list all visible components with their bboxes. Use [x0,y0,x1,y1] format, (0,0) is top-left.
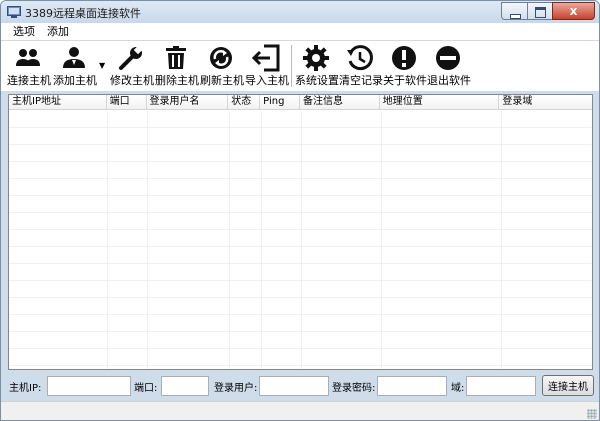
edit-host-label: 修改主机 [110,74,154,87]
column-remark[interactable]: 备注信息 [300,95,380,109]
port-label: 端口: [134,383,158,394]
clear-records-button[interactable]: 清空记录 [339,41,383,91]
clear-records-label: 清空记录 [339,74,383,87]
app-window: 3389远程桌面连接软件 x 选项 添加 连接主机 添加主机 ▼ 修改主机 删除… [0,0,600,421]
minimize-button[interactable] [501,2,527,20]
column-gridline [147,111,148,369]
about-button[interactable]: 关于软件 [383,41,427,91]
connect-host-submit-button[interactable]: 连接主机 [542,375,594,396]
domain-input[interactable] [466,376,536,396]
system-settings-label: 系统设置 [295,74,339,87]
column-gridline [261,111,262,369]
connect-host-button[interactable]: 连接主机 [7,41,51,91]
exit-icon [436,46,460,70]
add-host-label: 添加主机 [53,74,97,87]
column-port[interactable]: 端口 [107,95,147,109]
exit-button[interactable]: 退出软件 [427,41,471,91]
gear-icon [303,45,329,71]
delete-host-label: 删除主机 [155,74,199,87]
column-status[interactable]: 状态 [228,95,261,109]
menu-bar: 选项 添加 [1,23,599,41]
about-label: 关于软件 [383,74,427,87]
toolbar: 连接主机 添加主机 ▼ 修改主机 删除主机 刷新主机 导入主机 系统设置 清空记… [1,41,599,91]
connect-host-label: 连接主机 [7,74,51,87]
add-host-button[interactable]: 添加主机 [53,41,97,91]
refresh-icon [210,47,232,69]
login-user-input[interactable] [259,376,329,396]
login-user-label: 登录用户: [214,383,258,394]
column-gridline [107,111,108,369]
import-host-button[interactable]: 导入主机 [245,41,289,91]
host-list[interactable]: 主机IP地址 端口 登录用户名 状态 Ping 备注信息 地理位置 登录域 [8,94,593,370]
add-host-dropdown-icon[interactable]: ▼ [99,61,105,70]
edit-host-button[interactable]: 修改主机 [110,41,154,91]
column-gridline [381,111,382,369]
refresh-host-label: 刷新主机 [200,74,244,87]
app-icon [7,6,21,18]
users-icon [16,49,40,66]
info-icon [392,46,416,70]
add-user-icon [63,47,85,68]
port-input[interactable] [161,376,209,396]
host-ip-input[interactable] [47,376,131,396]
toolbar-separator [291,45,292,87]
import-host-label: 导入主机 [245,74,289,87]
column-gridline [301,111,302,369]
status-bar [1,401,599,420]
window-controls: x [501,2,595,20]
title-bar[interactable]: 3389远程桌面连接软件 x [1,1,599,23]
import-icon [252,44,280,72]
menu-add[interactable]: 添加 [41,23,75,40]
close-button[interactable]: x [552,2,595,20]
connection-input-bar: 主机IP: 端口: 登录用户: 登录密码: 域: 连接主机 [1,373,599,399]
column-domain[interactable]: 登录域 [499,95,592,109]
host-ip-label: 主机IP: [9,383,42,394]
column-host-ip[interactable]: 主机IP地址 [9,95,107,109]
login-password-label: 登录密码: [332,383,376,394]
close-icon: x [569,4,578,18]
host-list-header: 主机IP地址 端口 登录用户名 状态 Ping 备注信息 地理位置 登录域 [9,95,592,110]
refresh-host-button[interactable]: 刷新主机 [200,41,244,91]
menu-options[interactable]: 选项 [7,23,41,40]
exit-label: 退出软件 [427,74,471,87]
column-ping[interactable]: Ping [260,95,301,109]
history-icon [347,45,373,71]
column-location[interactable]: 地理位置 [380,95,500,109]
domain-label: 域: [451,383,465,394]
window-title: 3389远程桌面连接软件 [25,7,141,20]
login-password-input[interactable] [377,376,447,396]
column-gridline [501,111,502,369]
system-settings-button[interactable]: 系统设置 [295,41,339,91]
trash-icon [166,46,186,69]
column-login-user[interactable]: 登录用户名 [147,95,229,109]
column-gridline [229,111,230,369]
wrench-icon [119,45,143,70]
resize-grip-icon[interactable] [587,409,597,419]
delete-host-button[interactable]: 删除主机 [155,41,199,91]
host-list-body[interactable] [9,111,592,369]
maximize-button[interactable] [527,2,552,20]
